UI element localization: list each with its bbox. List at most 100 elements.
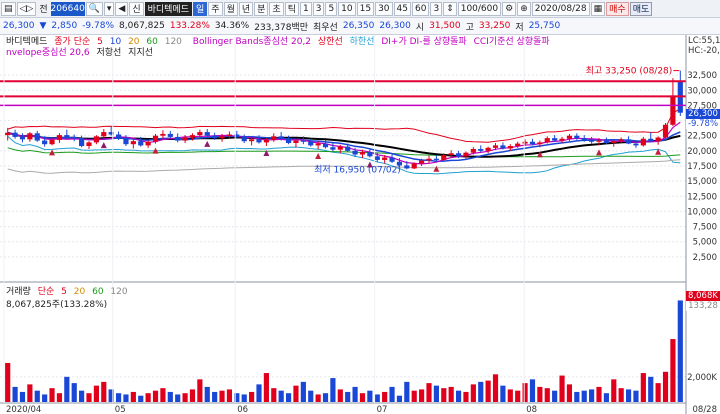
interval-30[interactable]: 30 — [375, 1, 393, 16]
stock-code-input[interactable]: 206640 — [50, 1, 85, 16]
candle-body — [101, 132, 107, 137]
legend-bollinger[interactable]: Bollinger Bands종심선 20,2 — [193, 37, 311, 47]
volume-bar — [382, 391, 388, 402]
candle-body — [345, 146, 351, 151]
buy-button[interactable]: 매수 — [606, 1, 629, 16]
speaker-icon[interactable]: ◀ — [115, 1, 129, 16]
nav-arrows[interactable]: ◁▷ — [16, 1, 37, 16]
calendar-icon[interactable]: ▦ — [590, 1, 606, 16]
settings-icon[interactable]: ⚙ — [502, 1, 517, 16]
candle-body — [640, 138, 646, 146]
candle-body — [448, 153, 454, 156]
candle-body — [64, 135, 70, 137]
zoom-icon[interactable]: ⊕ — [517, 1, 531, 16]
legend-bb-lower[interactable]: 하한선 — [350, 37, 375, 47]
volume-bar — [515, 390, 521, 402]
candle-body — [293, 140, 299, 143]
volume-bar — [448, 386, 454, 402]
x-tick-label: 06 — [237, 405, 248, 414]
candle-body — [426, 158, 432, 161]
last-volume-tag: 8,068K — [686, 291, 720, 301]
volume-value-label: 8,067,825주(133.28%) — [6, 300, 108, 310]
candle-body — [404, 165, 410, 169]
legend-resistance[interactable]: 저항선 — [96, 48, 121, 58]
interval-1[interactable]: 1 — [299, 1, 312, 16]
candle-body — [271, 136, 277, 140]
period-month[interactable]: 월 — [223, 1, 238, 16]
candle-body — [5, 132, 11, 136]
stock-name[interactable]: 바디텍메드 — [144, 1, 192, 16]
candle-body — [256, 139, 262, 143]
volume-bar — [49, 388, 55, 402]
interval-60[interactable]: 60 — [411, 1, 430, 16]
volume-bar — [596, 386, 602, 402]
legend-cci[interactable]: CCI기준선 상향돌파 — [474, 37, 550, 47]
volume-bar — [618, 388, 624, 402]
price-tick-label: 15,000 — [687, 177, 717, 187]
menu-icon[interactable]: ▤ — [1, 1, 16, 16]
legend-dmi[interactable]: DI+가 DI-를 상향돌파 — [381, 37, 466, 47]
volume-bar — [115, 393, 122, 402]
legend-ma[interactable]: 종가 단순 5 10 20 60 120 — [54, 37, 186, 47]
range-input[interactable]: 100/600 — [457, 1, 502, 16]
open-price: 31,500 — [429, 21, 461, 31]
volume-bar — [507, 389, 513, 402]
volume-bar — [219, 390, 225, 402]
period-second[interactable]: 초 — [269, 1, 284, 16]
date-input[interactable]: 2020/08/28 — [531, 1, 590, 16]
candle-body — [648, 138, 654, 142]
period-week[interactable]: 주 — [208, 1, 223, 16]
candle-body — [419, 160, 425, 164]
volume-bar — [27, 384, 33, 402]
period-tick[interactable]: 틱 — [284, 1, 299, 16]
volume-legend-name[interactable]: 거래량 — [6, 287, 31, 297]
price-tick-label: 17,500 — [687, 162, 717, 172]
x-tick-label: 05 — [115, 405, 126, 414]
volume-bar — [544, 388, 550, 402]
legend-bb-upper[interactable]: 상한선 — [318, 37, 343, 47]
bid-price: 26,350 — [342, 21, 375, 31]
interval-45[interactable]: 45 — [393, 1, 411, 16]
period-day[interactable]: 일 — [193, 1, 208, 16]
volume-bar — [293, 385, 299, 402]
last-pct-tag: -9.78% — [686, 119, 720, 129]
volume-bar — [315, 394, 321, 402]
search-icon[interactable]: 🔍 — [85, 1, 103, 16]
spinner-icon[interactable]: ⇕ — [443, 1, 457, 16]
volume-ma-label[interactable]: 단순 — [38, 287, 55, 297]
interval-3[interactable]: 3 — [312, 1, 325, 16]
stock-chart[interactable]: 2020/04 05 06 07 08 08/28 32,50030,00027,5002… — [0, 35, 720, 414]
volume-bar — [64, 376, 70, 402]
volume-bar — [145, 393, 151, 402]
volume-bar — [478, 381, 484, 402]
candle-body — [662, 124, 669, 138]
candle-body — [300, 140, 306, 142]
period-minute[interactable]: 분 — [254, 1, 269, 16]
legend-name[interactable]: 바디텍메드 — [6, 37, 47, 47]
last-volume-pct-tag: 133,28 — [686, 301, 720, 311]
interval-5[interactable]: 5 — [325, 1, 338, 16]
candle-body — [249, 139, 255, 142]
candle-body — [219, 136, 225, 139]
volume-bar — [419, 389, 425, 402]
high-price: 33,250 — [478, 21, 511, 31]
volume-bar — [566, 384, 573, 402]
interval-custom[interactable]: 3 — [430, 1, 443, 16]
period-year[interactable]: 년 — [238, 1, 254, 16]
interval-15[interactable]: 15 — [356, 1, 375, 16]
volume-bar — [522, 383, 528, 402]
interval-10[interactable]: 10 — [338, 1, 356, 16]
legend-envelope[interactable]: nvelope중심선 20,6 — [6, 48, 90, 58]
open-label: 시 — [415, 22, 425, 33]
new-icon[interactable]: 신 — [129, 1, 144, 16]
candle-body — [374, 156, 380, 160]
volume-bar — [500, 385, 506, 402]
legend-support[interactable]: 지지선 — [128, 48, 153, 58]
volume-bar — [19, 391, 26, 402]
candle-body — [160, 133, 166, 136]
volume-bar — [86, 393, 92, 402]
dropdown-icon[interactable]: ▾ — [103, 1, 115, 16]
candle-body — [189, 135, 196, 138]
sell-button[interactable]: 매도 — [629, 1, 653, 16]
right-tag-lc: LC:55,1 — [688, 36, 720, 46]
